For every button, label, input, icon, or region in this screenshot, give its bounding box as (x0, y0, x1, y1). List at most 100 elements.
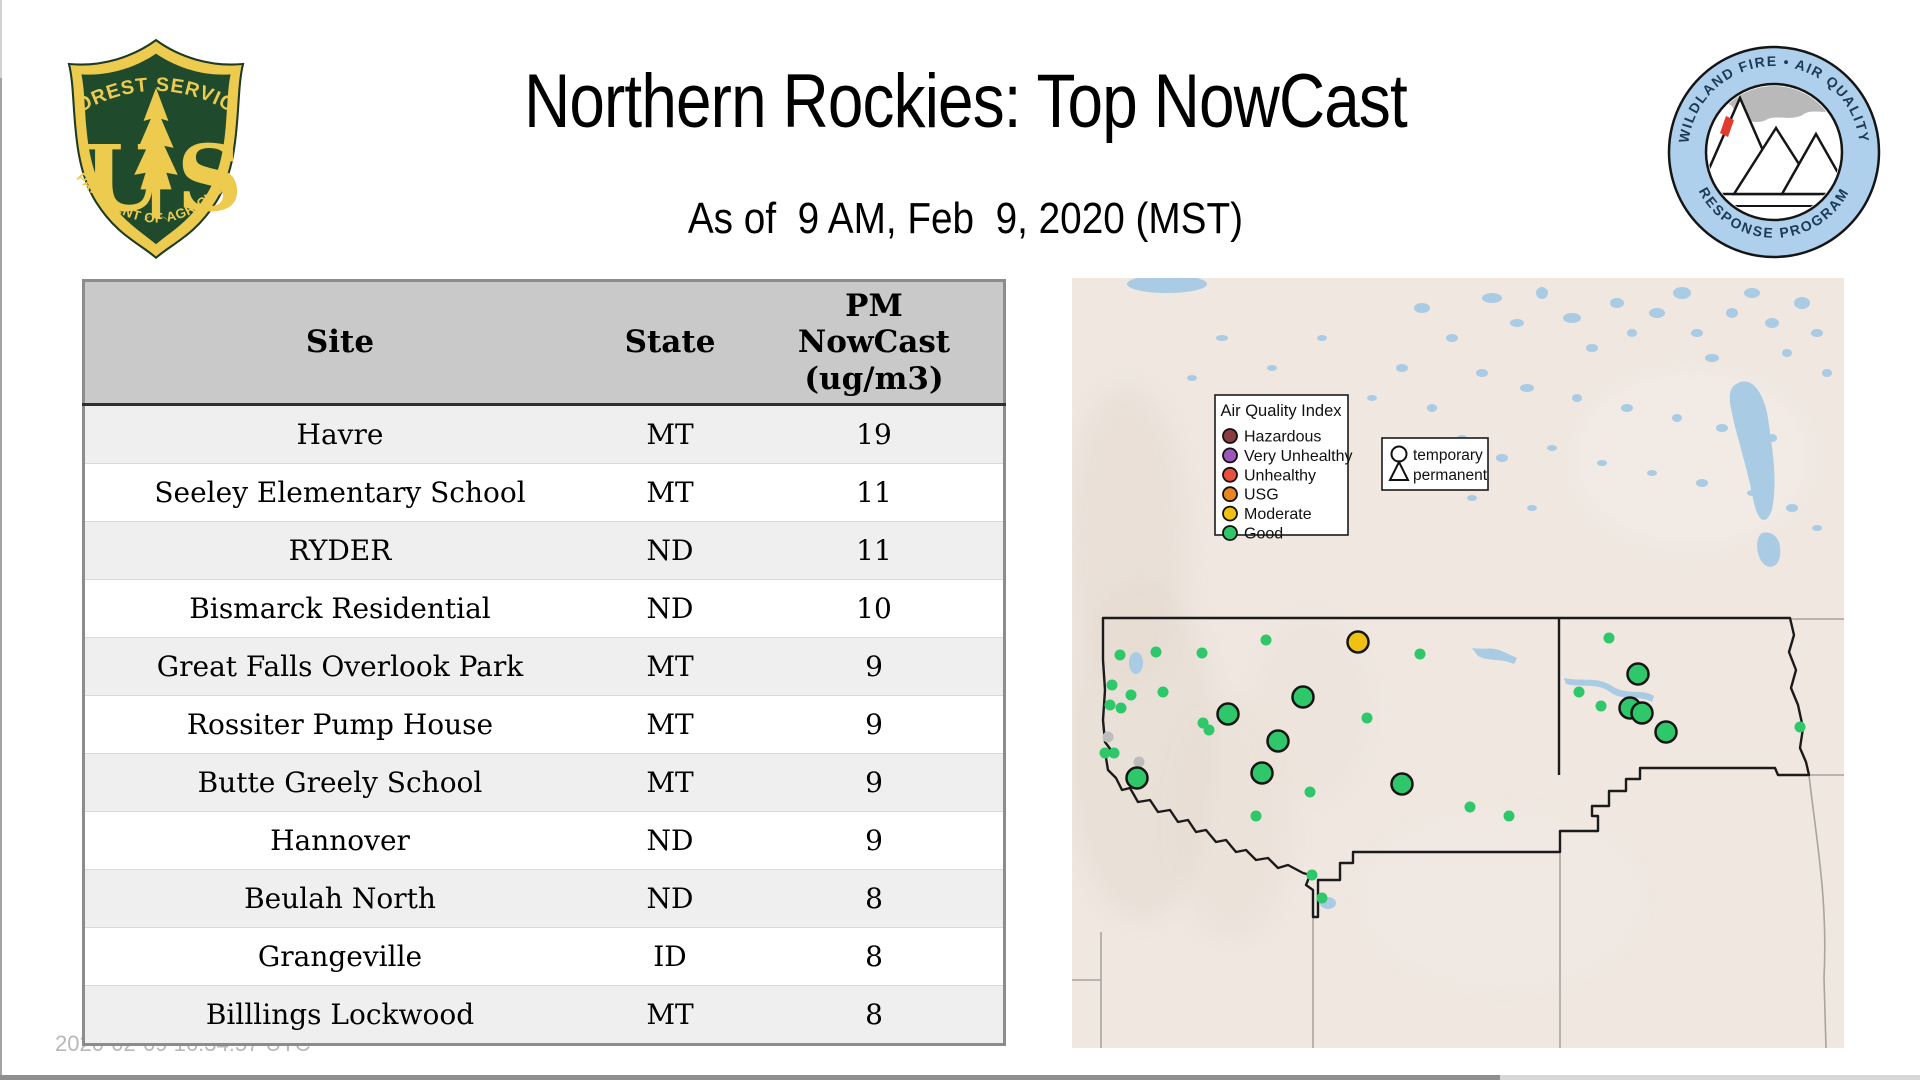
marker-good-small (1795, 722, 1806, 733)
marker-good-small (1204, 725, 1215, 736)
cell-state: MT (595, 754, 745, 812)
cell-value: 8 (745, 928, 1005, 986)
legend-swatch-unhealthy (1223, 468, 1237, 482)
table-header-row: Site State PM NowCast (ug/m3) (84, 281, 1005, 405)
marker-good-small (1126, 690, 1137, 701)
page-title: Northern Rockies: Top NowCast (524, 58, 1407, 145)
cell-site: Hannover (84, 812, 596, 870)
cell-state: ND (595, 580, 745, 638)
marker-good-large (1632, 703, 1653, 724)
legend-swatch-hazardous (1223, 429, 1237, 443)
legend-label: Unhealthy (1244, 467, 1316, 484)
legend-label: Good (1244, 526, 1283, 543)
marker-good-small (1158, 687, 1169, 698)
column-header-pm: PM NowCast (ug/m3) (745, 281, 1005, 405)
legend-label: Very Unhealthy (1244, 448, 1353, 465)
marker-good-small (1596, 701, 1607, 712)
table-row: HavreMT19 (84, 405, 1005, 464)
marker-good-small (1574, 687, 1585, 698)
cell-value: 9 (745, 696, 1005, 754)
marker-good-small (1105, 700, 1116, 711)
table-row: Great Falls Overlook ParkMT9 (84, 638, 1005, 696)
marker-good-large (1656, 722, 1677, 743)
marker-good-small (1197, 648, 1208, 659)
cell-value: 11 (745, 464, 1005, 522)
cell-value: 10 (745, 580, 1005, 638)
cell-state: ID (595, 928, 745, 986)
table-row: Bismarck ResidentialND10 (84, 580, 1005, 638)
marker-moderate-large (1348, 632, 1369, 653)
marker-good-large (1392, 774, 1413, 795)
marker-inactive (1103, 732, 1114, 743)
legend-swatch-very-unhealthy (1223, 448, 1237, 462)
marker-good-large (1252, 763, 1273, 784)
marker-good-large (1293, 687, 1314, 708)
table-row: GrangevilleID8 (84, 928, 1005, 986)
marker-good-small (1151, 647, 1162, 658)
marker-good-small (1251, 811, 1262, 822)
column-header-state: State (595, 281, 745, 405)
cell-value: 11 (745, 522, 1005, 580)
aqi-map: Air Quality Index Hazardous Very Unhealth… (1072, 278, 1844, 1048)
cell-site: Butte Greely School (84, 754, 596, 812)
marker-good-small (1307, 870, 1318, 881)
marker-good-large (1268, 731, 1289, 752)
marker-good-large (1127, 768, 1148, 789)
table-row: RYDERND11 (84, 522, 1005, 580)
table-row: Butte Greely SchoolMT9 (84, 754, 1005, 812)
aqi-legend: Air Quality Index Hazardous Very Unhealth… (1215, 395, 1353, 543)
marker-good-small (1604, 633, 1615, 644)
cell-value: 9 (745, 812, 1005, 870)
cell-state: MT (595, 696, 745, 754)
table-row: Rossiter Pump HouseMT9 (84, 696, 1005, 754)
temporary-label: temporary (1413, 447, 1483, 464)
cell-state: MT (595, 405, 745, 464)
table-row: Billlings LockwoodMT8 (84, 986, 1005, 1045)
marker-good-small (1305, 787, 1316, 798)
marker-good-large (1628, 664, 1649, 685)
window-bottom-bar (0, 1075, 1500, 1080)
marker-good-small (1107, 680, 1118, 691)
table-row: Seeley Elementary SchoolMT11 (84, 464, 1005, 522)
cell-state: MT (595, 986, 745, 1045)
marker-good-small (1116, 703, 1127, 714)
cell-site: Seeley Elementary School (84, 464, 596, 522)
legend-swatch-moderate (1223, 507, 1237, 521)
permanent-label: permanent (1413, 467, 1488, 484)
page-subtitle: As of 9 AM, Feb 9, 2020 (MST) (687, 194, 1242, 244)
marker-good-small (1261, 635, 1272, 646)
cell-value: 9 (745, 754, 1005, 812)
cell-state: MT (595, 464, 745, 522)
cell-site: Grangeville (84, 928, 596, 986)
column-header-site: Site (84, 281, 596, 405)
legend-swatch-good (1223, 526, 1237, 540)
cell-value: 19 (745, 405, 1005, 464)
marker-inactive (1134, 757, 1145, 768)
cell-site: RYDER (84, 522, 596, 580)
cell-state: MT (595, 638, 745, 696)
cell-state: ND (595, 522, 745, 580)
aqi-legend-title: Air Quality Index (1220, 402, 1342, 420)
table-row: HannoverND9 (84, 812, 1005, 870)
cell-site: Rossiter Pump House (84, 696, 596, 754)
nowcast-table: Site State PM NowCast (ug/m3) HavreMT19S… (82, 279, 1006, 1046)
cell-site: Bismarck Residential (84, 580, 596, 638)
marker-good-small (1109, 748, 1120, 759)
cell-site: Great Falls Overlook Park (84, 638, 596, 696)
cell-site: Beulah North (84, 870, 596, 928)
cell-value: 8 (745, 986, 1005, 1045)
marker-good-small (1504, 811, 1515, 822)
marker-good-large (1218, 704, 1239, 725)
window-edge (0, 78, 2, 1080)
legend-swatch-usg (1223, 487, 1237, 501)
marker-good-small (1415, 649, 1426, 660)
cell-value: 9 (745, 638, 1005, 696)
monitor-type-legend: temporary permanent (1382, 438, 1488, 490)
legend-label: Hazardous (1244, 429, 1321, 446)
marker-good-small (1115, 650, 1126, 661)
cell-site: Havre (84, 405, 596, 464)
window-bottom-bar (1500, 1075, 1920, 1080)
wfaqrp-logo: WILDLAND FIRE • AIR QUALITY RESPONSE PRO… (1664, 42, 1884, 262)
report-page: { "page": { "title": "Northern Rockies: … (0, 0, 1920, 1080)
cell-site: Billlings Lockwood (84, 986, 596, 1045)
